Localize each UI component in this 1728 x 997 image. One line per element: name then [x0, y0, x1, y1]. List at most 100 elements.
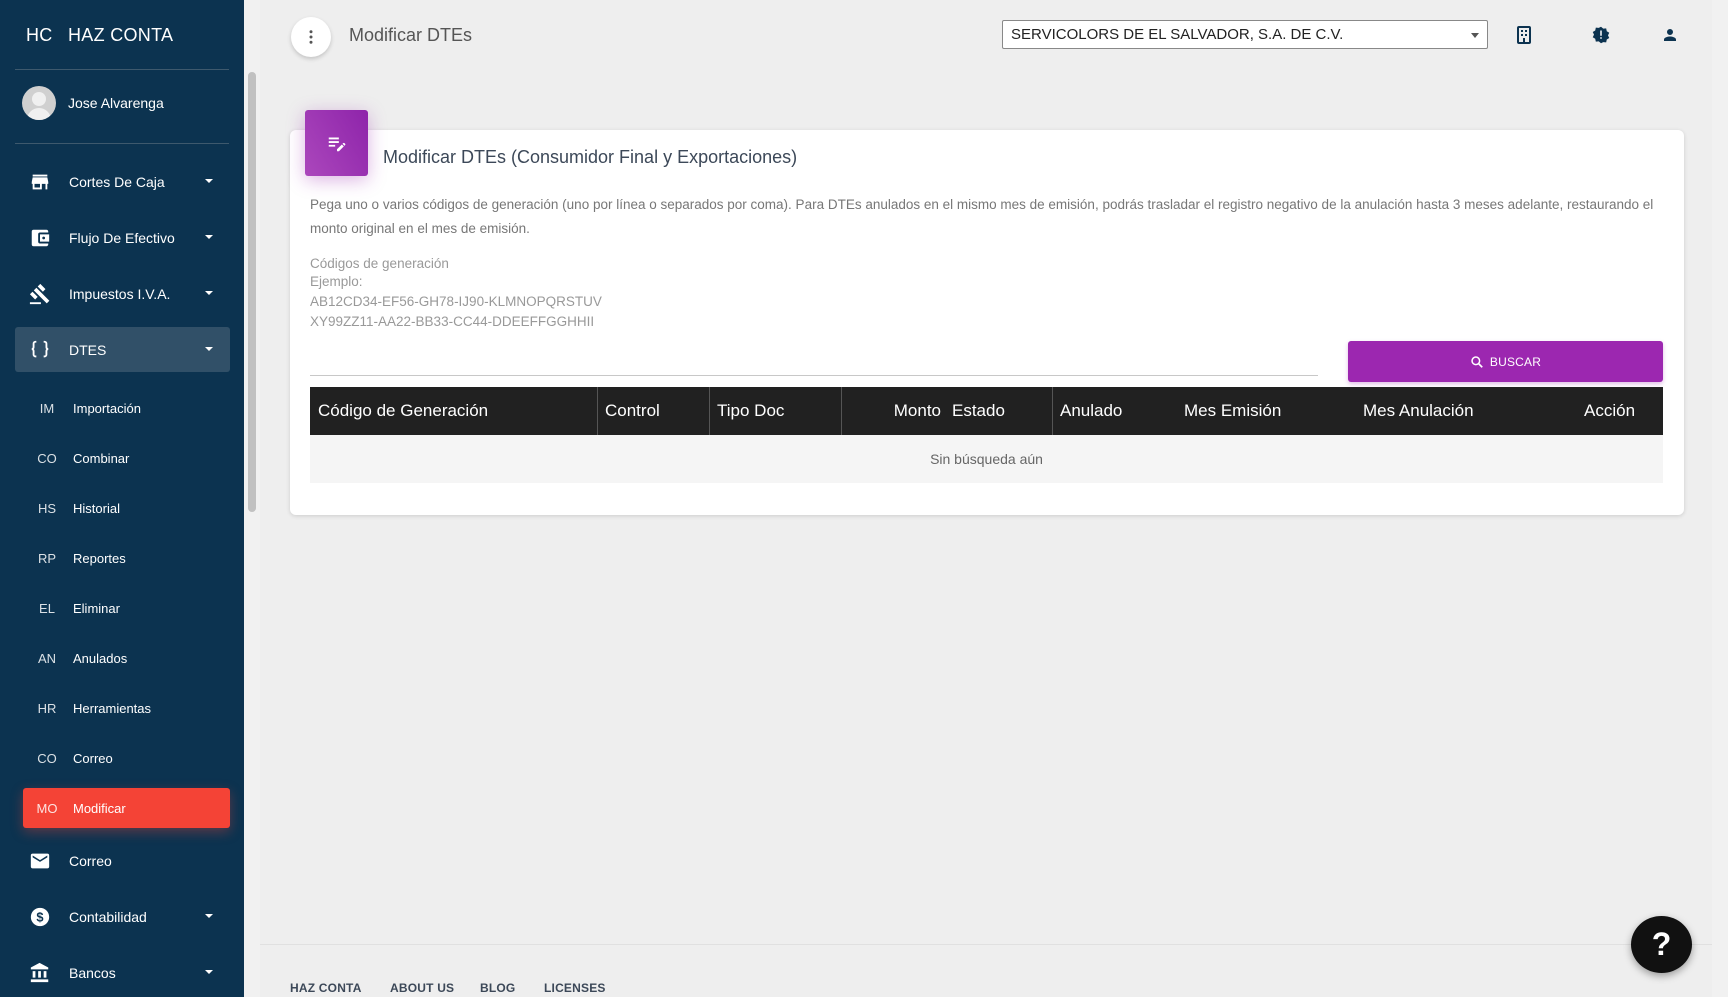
column-control[interactable]: Control	[597, 387, 660, 435]
codes-textarea-underline	[310, 375, 1318, 376]
subitem-label: Anulados	[73, 650, 128, 666]
edit-note-icon	[305, 110, 368, 176]
codes-example-label: Ejemplo:	[310, 274, 363, 289]
mail-icon	[28, 849, 52, 873]
sidebar-item-label: Flujo De Efectivo	[69, 229, 175, 246]
help-button[interactable]: ?	[1631, 916, 1692, 973]
sidebar-item-label: Correo	[69, 852, 112, 869]
codes-textarea-label[interactable]: Códigos de generación Ejemplo: AB12CD34-…	[310, 255, 602, 331]
subitem-label: Correo	[73, 750, 113, 766]
codes-example-1: AB12CD34-EF56-GH78-IJ90-KLMNOPQRSTUV	[310, 294, 602, 309]
sidebar-subitem-anulados[interactable]: AN Anulados	[23, 638, 230, 678]
svg-text:$: $	[36, 909, 43, 924]
subitem-mini: EL	[39, 600, 55, 616]
sidebar-item-flujo-de-efectivo[interactable]: Flujo De Efectivo	[15, 215, 230, 260]
gavel-icon	[28, 282, 52, 306]
sidebar-item-cortes-de-caja[interactable]: Cortes De Caja	[15, 159, 230, 204]
brand-name: HAZ CONTA	[68, 24, 174, 45]
sidebar-subitem-historial[interactable]: HS Historial	[23, 488, 230, 528]
subitem-mini: HR	[37, 700, 57, 716]
column-mes-emision[interactable]: Mes Emisión	[1184, 387, 1281, 435]
sidebar-subitem-combinar[interactable]: CO Combinar	[23, 438, 230, 478]
subitem-mini: CO	[37, 750, 57, 766]
sidebar-item-dtes[interactable]: DTES	[15, 327, 230, 372]
sidebar-item-impuestos-iva[interactable]: Impuestos I.V.A.	[15, 271, 230, 316]
main-scrollbar[interactable]	[1712, 0, 1728, 997]
sidebar-subitem-modificar[interactable]: MO Modificar	[23, 788, 230, 828]
bank-icon	[28, 961, 52, 985]
subitem-mini: CO	[37, 450, 57, 466]
dollar-icon: $	[28, 905, 52, 929]
card-description: Pega uno o varios códigos de generación …	[310, 197, 1654, 236]
caret-down-icon	[205, 291, 213, 295]
caret-down-icon	[205, 970, 213, 974]
subitem-mini: HS	[37, 500, 57, 516]
divider	[15, 143, 229, 144]
search-button-label: BUSCAR	[1489, 354, 1542, 369]
avatar	[22, 86, 56, 120]
subitem-label: Modificar	[73, 800, 126, 816]
alert-badge-icon[interactable]	[1590, 24, 1612, 46]
column-codigo-generacion[interactable]: Código de Generación	[318, 387, 488, 435]
sidebar-scrollbar[interactable]	[244, 0, 260, 997]
brand[interactable]: HC HAZ CONTA	[0, 0, 244, 70]
divider	[15, 69, 229, 70]
company-select[interactable]: SERVICOLORS DE EL SALVADOR, S.A. DE C.V.	[1002, 20, 1488, 49]
card-title: Modificar DTEs (Consumidor Final y Expor…	[383, 147, 798, 167]
sidebar-item-contabilidad[interactable]: $ Contabilidad	[15, 894, 230, 939]
column-accion[interactable]: Acción	[1584, 387, 1635, 435]
code-braces-icon	[28, 338, 52, 362]
sidebar-item-correo[interactable]: Correo	[15, 838, 230, 883]
caret-down-icon	[205, 914, 213, 918]
results-table: Código de Generación Control Tipo Doc Mo…	[310, 387, 1663, 483]
sidebar-subitem-correo[interactable]: CO Correo	[23, 738, 230, 778]
footer: HAZ CONTA ABOUT US BLOG LICENSES	[260, 944, 1712, 997]
sidebar: HC HAZ CONTA Jose Alvarenga Cortes De Ca…	[0, 0, 260, 997]
building-icon[interactable]	[1513, 24, 1535, 46]
brand-mini: HC	[26, 24, 53, 45]
table-empty-row: Sin búsqueda aún	[310, 435, 1663, 483]
menu-toggle-button[interactable]	[291, 17, 331, 57]
subitem-label: Combinar	[73, 450, 130, 466]
column-anulado[interactable]: Anulado	[1052, 387, 1122, 435]
company-select-value: SERVICOLORS DE EL SALVADOR, S.A. DE C.V.	[1011, 26, 1344, 43]
footer-link-haz-conta[interactable]: HAZ CONTA	[290, 981, 362, 995]
subitem-label: Reportes	[73, 550, 126, 566]
sidebar-subitem-reportes[interactable]: RP Reportes	[23, 538, 230, 578]
footer-link-about-us[interactable]: ABOUT US	[390, 981, 454, 995]
subitem-mini: AN	[37, 650, 57, 666]
table-header: Código de Generación Control Tipo Doc Mo…	[310, 387, 1663, 435]
sidebar-item-label: Cortes De Caja	[69, 173, 165, 190]
subitem-label: Eliminar	[73, 600, 120, 616]
person-icon[interactable]	[1659, 24, 1681, 46]
column-mes-anulacion[interactable]: Mes Anulación	[1363, 387, 1474, 435]
column-tipo-doc[interactable]: Tipo Doc	[709, 387, 784, 435]
user-name: Jose Alvarenga	[68, 95, 164, 111]
footer-link-licenses[interactable]: LICENSES	[544, 981, 606, 995]
codes-label-text: Códigos de generación	[310, 256, 449, 271]
page-title: Modificar DTEs	[349, 25, 473, 45]
search-icon	[1470, 355, 1484, 369]
user-profile[interactable]: Jose Alvarenga	[22, 86, 164, 120]
topbar: Modificar DTEs SERVICOLORS DE EL SALVADO…	[260, 0, 1728, 70]
sidebar-item-label: DTES	[69, 341, 107, 358]
codes-example-2: XY99ZZ11-AA22-BB33-CC44-DDEEFFGGHHII	[310, 314, 595, 329]
subitem-label: Importación	[73, 400, 141, 416]
search-button[interactable]: BUSCAR	[1348, 341, 1663, 382]
subitem-mini: IM	[39, 400, 55, 416]
caret-down-icon	[205, 179, 213, 183]
sidebar-subitem-herramientas[interactable]: HR Herramientas	[23, 688, 230, 728]
footer-link-blog[interactable]: BLOG	[480, 981, 515, 995]
scrollbar-thumb[interactable]	[248, 72, 256, 512]
column-monto[interactable]: Monto	[841, 387, 941, 435]
sidebar-subitem-eliminar[interactable]: EL Eliminar	[23, 588, 230, 628]
sidebar-item-label: Contabilidad	[69, 908, 147, 925]
wallet-icon	[28, 226, 52, 250]
column-estado[interactable]: Estado	[952, 387, 1005, 435]
subitem-label: Herramientas	[73, 700, 152, 716]
chevron-down-icon	[1471, 33, 1479, 38]
store-icon	[28, 170, 52, 194]
sidebar-subitem-importacion[interactable]: IM Importación	[23, 388, 230, 428]
sidebar-item-bancos[interactable]: Bancos	[15, 950, 230, 995]
caret-down-icon	[205, 235, 213, 239]
